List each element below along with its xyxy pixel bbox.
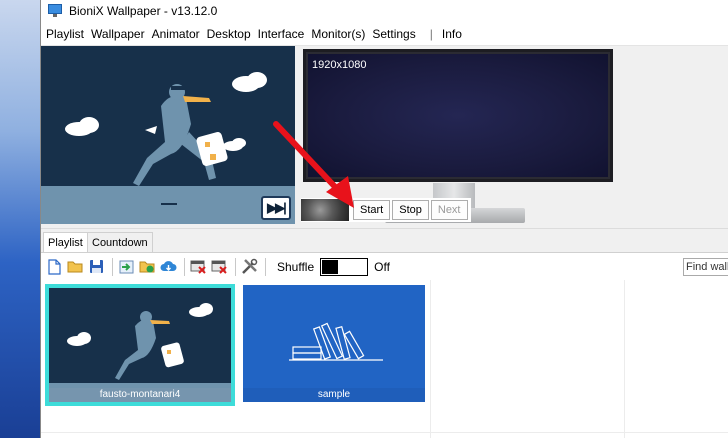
cloud-download-icon[interactable]	[160, 258, 177, 275]
app-window: BioniX Wallpaper - v13.12.0 Playlist Wal…	[40, 0, 728, 438]
menu-item-desktop[interactable]: Desktop	[206, 27, 257, 41]
new-file-icon[interactable]	[46, 258, 63, 275]
add-folder-icon[interactable]	[139, 258, 156, 275]
remove-selected-icon[interactable]	[190, 258, 207, 275]
menu-item-animator[interactable]: Animator	[151, 27, 206, 41]
import-icon[interactable]	[118, 258, 135, 275]
stop-button[interactable]: Stop	[392, 200, 429, 220]
menu-item-settings[interactable]: Settings	[371, 27, 421, 41]
desktop-background	[0, 0, 40, 438]
monitor-screen: 1920x1080	[308, 54, 608, 177]
monitor-icon	[47, 4, 63, 18]
toolbar-separator	[265, 257, 266, 276]
toolbar-separator	[184, 257, 185, 276]
playback-controls: Start Stop Next	[301, 198, 471, 222]
resolution-label: 1920x1080	[312, 59, 367, 71]
shuffle-state-label: Off	[374, 259, 390, 274]
menu-separator: |	[429, 26, 433, 41]
shuffle-toggle[interactable]	[320, 257, 369, 276]
playlist-toolbar: Shuffle Off Find wallpa	[41, 252, 728, 280]
animated-thumbnail	[301, 199, 349, 221]
thumbnail-image	[49, 288, 231, 402]
tab-bar: Playlist Countdown	[41, 228, 728, 253]
menu-item-playlist[interactable]: Playlist	[45, 27, 90, 41]
find-wallpaper-input[interactable]: Find wallpa	[683, 258, 728, 276]
next-button[interactable]: Next	[430, 200, 468, 220]
wallpaper-illustration	[41, 46, 295, 224]
open-folder-icon[interactable]	[67, 258, 84, 275]
title-bar[interactable]: BioniX Wallpaper - v13.12.0	[41, 0, 728, 22]
playlist-item-fausto-montanari4[interactable]: fausto-montanari4	[45, 284, 235, 406]
next-wallpaper-button[interactable]: ▶▶|	[261, 196, 291, 220]
playlist-item-label: fausto-montanari4	[49, 388, 231, 402]
menu-item-wallpaper[interactable]: Wallpaper	[90, 27, 151, 41]
window-title: BioniX Wallpaper - v13.12.0	[69, 4, 218, 18]
clear-list-icon[interactable]	[211, 258, 228, 275]
playlist-item-label: sample	[243, 388, 425, 402]
toolbar-separator	[235, 257, 236, 276]
shuffle-label: Shuffle	[277, 259, 315, 274]
tab-countdown[interactable]: Countdown	[87, 232, 153, 253]
books-icon	[289, 322, 383, 361]
tab-playlist[interactable]: Playlist	[43, 232, 88, 253]
menu-bar: Playlist Wallpaper Animator Desktop Inte…	[41, 22, 728, 46]
toolbar-separator	[112, 257, 113, 276]
grid-divider	[624, 280, 625, 438]
start-button[interactable]: Start	[353, 200, 391, 220]
playlist-grid: fausto-montanari4 sample	[41, 280, 728, 438]
save-icon[interactable]	[88, 258, 105, 275]
preview-area: ▶▶| 1920x1080 Start Stop Next	[41, 46, 728, 228]
menu-item-info[interactable]: Info	[441, 27, 468, 41]
grid-divider	[41, 432, 728, 433]
tools-icon[interactable]	[241, 258, 258, 275]
playlist-item-sample[interactable]: sample	[243, 285, 425, 402]
menu-item-monitors[interactable]: Monitor(s)	[310, 27, 371, 41]
current-wallpaper-preview[interactable]: ▶▶|	[41, 46, 295, 224]
menu-item-interface[interactable]: Interface	[257, 27, 311, 41]
monitor-preview: 1920x1080	[303, 49, 613, 182]
grid-divider	[430, 280, 431, 438]
